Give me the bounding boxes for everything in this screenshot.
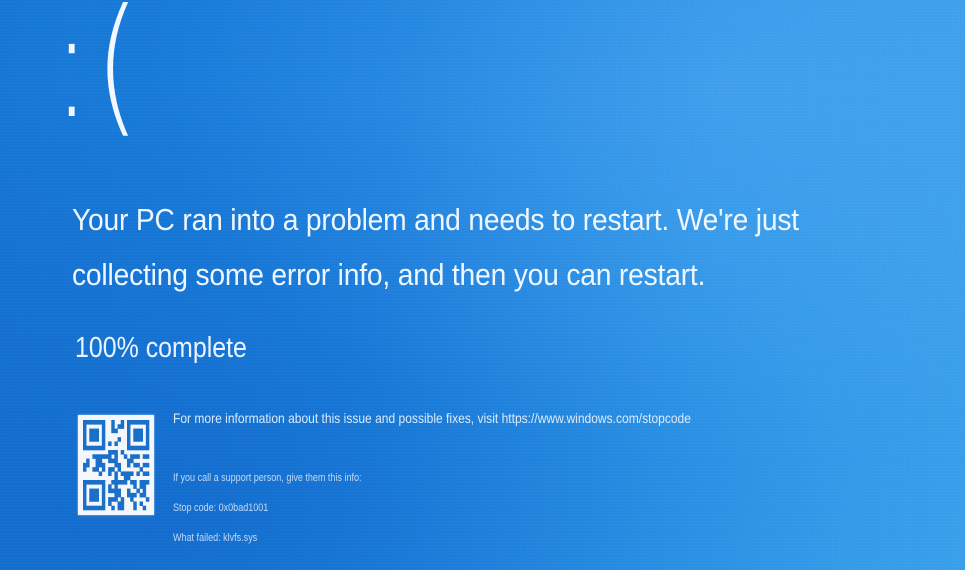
details-panel: For more information about this issue an…: [173, 410, 775, 544]
error-headline: Your PC ran into a problem and needs to …: [72, 202, 799, 292]
what-failed-text: What failed: klvfs.sys: [173, 532, 258, 544]
sad-face-emoticon: :(: [52, 0, 144, 152]
support-prompt-text: If you call a support person, give them …: [173, 472, 362, 484]
progress-status: 100% complete: [75, 332, 247, 364]
qr-code-icon: [78, 415, 154, 515]
stop-code-text: Stop code: 0x0bad1001: [173, 502, 269, 514]
more-info-text: For more information about this issue an…: [173, 410, 691, 426]
